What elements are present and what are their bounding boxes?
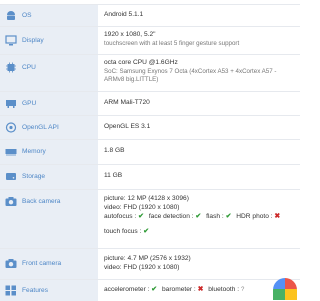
row-label: Back camera (22, 198, 61, 205)
row-value: 11 GB (104, 172, 298, 181)
value-line: 1.8 GB (104, 147, 125, 154)
value-line: OpenGL ES 3.1 (104, 123, 151, 130)
feature-label: accelerometer : (104, 286, 150, 293)
row-value: ARM Mali-T720 (104, 99, 298, 108)
value-line: video: FHD (1920 x 1080) (104, 263, 180, 271)
feature-label: bluetooth : (208, 286, 240, 293)
cross-icon: ✖ (197, 286, 204, 293)
gpu-icon (6, 100, 16, 108)
spec-row-display: Display 1920 x 1080, 5.2" touchscreen wi… (0, 26, 300, 54)
value-line: touchscreen with at least 5 finger gestu… (104, 39, 240, 47)
spec-row-front-camera: Front camera picture: 4.7 MP (2576 x 193… (0, 248, 300, 279)
label-cell: Back camera (0, 190, 98, 248)
value-line: SoC: Samsung Exynos 7 Octa (4xCortex A53… (104, 67, 277, 84)
row-label: CPU (22, 64, 36, 71)
row-value: picture: 4.7 MP (2576 x 1932) video: FHD… (104, 255, 298, 272)
spec-row-gpu: GPU ARM Mali-T720 (0, 91, 300, 115)
camera-feature-list-2: touch focus : ✔ (104, 227, 298, 236)
value-line: picture: 12 MP (4128 x 3096) (104, 195, 189, 202)
value-line: picture: 4.7 MP (2576 x 1932) (104, 255, 191, 262)
row-label: Memory (22, 148, 46, 155)
feature-label: touch focus : (104, 228, 142, 235)
features-icon (5, 285, 16, 296)
camera-feature-list: autofocus : ✔ face detection : ✔ flash :… (104, 212, 298, 221)
row-value: octa core CPU @1.6GHz SoC: Samsung Exyno… (104, 59, 298, 85)
feature-autofocus: autofocus : ✔ (104, 212, 144, 221)
check-icon: ✔ (138, 213, 144, 220)
spec-row-storage: Storage 11 GB (0, 164, 300, 189)
feature-label: autofocus : (104, 213, 137, 220)
android-logo-icon (273, 278, 297, 300)
spec-row-back-camera: Back camera picture: 12 MP (4128 x 3096)… (0, 189, 300, 248)
row-value: 1.8 GB (104, 147, 298, 156)
row-label: Features (22, 287, 49, 294)
check-icon: ✔ (151, 286, 158, 293)
label-cell: Features (0, 280, 98, 301)
cross-icon: ✖ (274, 213, 281, 220)
storage-icon (6, 173, 16, 180)
value-line: Android 5.1.1 (104, 11, 144, 18)
feature-label: HDR photo : (236, 213, 273, 220)
value-line: octa core CPU @1.6GHz (104, 59, 178, 66)
feature-barometer: barometer : ✖ (162, 286, 203, 295)
feature-label: flash : (206, 213, 224, 220)
row-label: Display (22, 37, 44, 44)
android-icon (7, 11, 15, 20)
label-cell: Front camera (0, 249, 98, 279)
cpu-icon (6, 62, 16, 73)
camera-icon (5, 197, 17, 206)
check-icon: ✔ (195, 213, 202, 220)
row-label: OpenGL API (22, 124, 59, 131)
check-icon: ✔ (143, 228, 150, 235)
label-cell: Memory (0, 140, 98, 164)
spec-row-features: Features accelerometer : ✔ barometer : ✖… (0, 278, 300, 301)
feature-touch-focus: touch focus : ✔ (104, 227, 149, 236)
value-line: ARM Mali-T720 (104, 99, 150, 106)
row-value: OpenGL ES 3.1 (104, 123, 298, 132)
unknown-icon: ? (240, 287, 245, 293)
label-cell: Display (0, 27, 98, 54)
spec-row-memory: Memory 1.8 GB (0, 139, 300, 164)
row-value: 1920 x 1080, 5.2" touchscreen with at le… (104, 31, 298, 48)
feature-hdr-photo: HDR photo : ✖ (236, 212, 280, 221)
feature-accelerometer: accelerometer : ✔ (104, 286, 157, 295)
row-label: GPU (22, 100, 37, 107)
row-label: Front camera (22, 260, 62, 267)
label-cell: OS (0, 5, 98, 26)
spec-row-os: OS Android 5.1.1 (0, 4, 300, 26)
check-icon: ✔ (225, 213, 232, 220)
front-camera-icon (5, 259, 17, 268)
label-cell: OpenGL API (0, 116, 98, 139)
value-line: 1920 x 1080, 5.2" (104, 31, 156, 38)
feature-flash: flash : ✔ (206, 212, 231, 221)
value-line: 11 GB (104, 172, 123, 179)
feature-bluetooth: bluetooth : ? (208, 286, 244, 295)
row-label: OS (22, 12, 32, 19)
row-value: Android 5.1.1 (104, 11, 298, 20)
value-line: video: FHD (1920 x 1080) (104, 204, 180, 211)
spec-row-opengl: OpenGL API OpenGL ES 3.1 (0, 115, 300, 139)
display-icon (5, 35, 17, 46)
opengl-icon (5, 122, 17, 133)
memory-icon (5, 149, 17, 156)
row-value: accelerometer : ✔ barometer : ✖ bluetoot… (104, 286, 298, 295)
feature-label: face detection : (148, 213, 194, 220)
feature-face-detection: face detection : ✔ (149, 212, 201, 221)
row-value: picture: 12 MP (4128 x 3096) video: FHD … (104, 194, 298, 236)
row-label: Storage (22, 173, 46, 180)
feature-label: barometer : (162, 286, 196, 293)
spec-row-cpu: CPU octa core CPU @1.6GHz SoC: Samsung E… (0, 54, 300, 91)
label-cell: Storage (0, 165, 98, 189)
label-cell: GPU (0, 92, 98, 115)
label-cell: CPU (0, 55, 98, 91)
